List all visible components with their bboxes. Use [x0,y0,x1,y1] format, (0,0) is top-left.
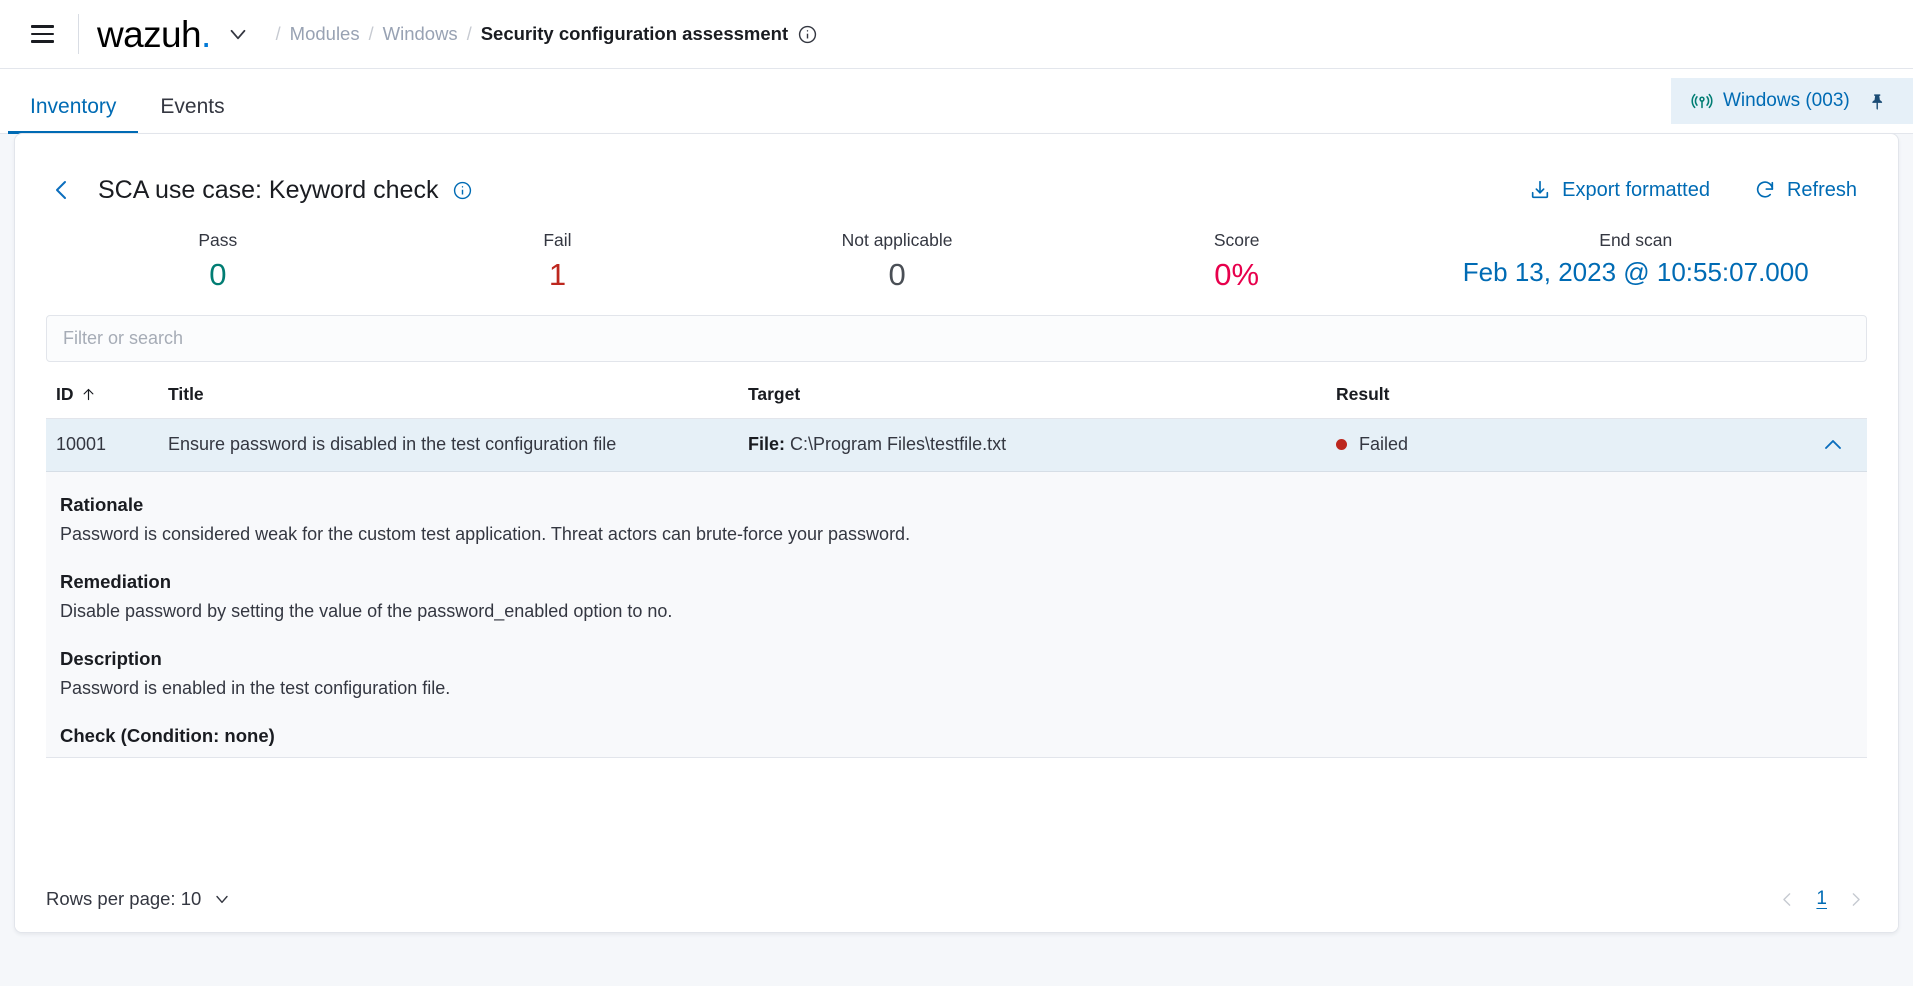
info-icon[interactable] [453,181,472,200]
row-details-panel: Rationale Password is considered weak fo… [46,471,1867,758]
wazuh-logo-text: wazuh [97,13,202,55]
arrow-up-icon [81,387,96,402]
export-formatted-button[interactable]: Export formatted [1529,179,1710,202]
breadcrumb-separator: / [275,23,281,44]
refresh-label: Refresh [1786,178,1857,201]
agent-selector-pill[interactable]: Windows (003) [1671,78,1913,124]
export-formatted-label: Export formatted [1562,178,1710,201]
rationale-body: Password is considered weak for the cust… [60,523,911,544]
check-rules-list: f:C:\Program Files\testfile.txt → r:^pas… [60,755,1853,757]
column-header-target[interactable]: Target [748,384,1336,405]
pin-icon[interactable] [1868,92,1885,111]
stat-fail-label: Fail [543,230,572,250]
stat-pass: Pass 0 [48,230,388,293]
top-navigation-bar: wazuh. / Modules / Windows / Security co… [0,0,1913,69]
column-header-title[interactable]: Title [168,384,748,405]
stat-fail-value: 1 [548,257,567,292]
description-body: Password is enabled in the test configur… [60,677,451,698]
cell-id: 10001 [56,434,107,455]
card-actions: Export formatted Refresh [1529,179,1871,202]
breadcrumb-separator: / [368,23,374,44]
cell-target-label: File: [748,434,786,455]
wazuh-logo-dot: . [200,13,211,55]
rationale-heading: Rationale [60,493,144,515]
cell-target: File: C:\Program Files\testfile.txt [748,434,1336,455]
breadcrumb-separator: / [466,23,472,44]
stat-score-label: Score [1213,230,1260,250]
stat-score-value: 0% [1214,257,1260,292]
rows-per-page-label: Rows per page: 10 [46,888,202,909]
refresh-icon [1754,179,1776,201]
stat-not-applicable-label: Not applicable [841,230,953,250]
cell-target-value: C:\Program Files\testfile.txt [790,434,1007,455]
tab-events[interactable]: Events [138,96,246,134]
pagination: 1 [1779,888,1864,910]
stat-pass-label: Pass [198,230,238,250]
tab-bar: Inventory Events Windows (003) [0,69,1913,134]
table-row[interactable]: 10001 Ensure password is disabled in the… [46,418,1867,472]
divider [78,14,79,54]
check-heading: Check (Condition: none) [60,724,275,746]
hamburger-menu-icon[interactable] [20,12,64,56]
cell-result: Failed [1336,433,1857,457]
stat-fail: Fail 1 [388,230,728,293]
chevron-down-icon[interactable] [225,21,251,47]
status-badge: Failed [1359,434,1409,455]
breadcrumb-current-page: Security configuration assessment [480,23,789,44]
collapse-row-icon[interactable] [1821,433,1857,457]
wazuh-logo[interactable]: wazuh. [97,16,211,53]
table-footer: Rows per page: 10 1 [15,866,1898,932]
stat-not-applicable-value: 0 [888,257,906,292]
signal-icon [1691,90,1713,112]
column-header-result[interactable]: Result [1336,384,1857,405]
chevron-down-icon [212,889,232,909]
page-number-1[interactable]: 1 [1816,888,1827,910]
breadcrumb-item-windows[interactable]: Windows [383,23,458,45]
breadcrumb: / Modules / Windows / Security configura… [267,23,817,45]
next-page-button[interactable] [1847,890,1864,909]
scan-summary-stats: Pass 0 Fail 1 Not applicable 0 Score 0% … [42,230,1871,293]
card-content: SCA use case: Keyword check Export forma… [15,134,1898,758]
tab-inventory[interactable]: Inventory [8,96,139,134]
column-header-id-label: ID [56,383,74,404]
remediation-heading: Remediation [60,570,172,592]
stat-end-scan: End scan Feb 13, 2023 @ 10:55:07.000 [1407,230,1866,293]
status-dot-failed [1336,439,1347,451]
description-heading: Description [60,647,162,669]
stat-not-applicable: Not applicable 0 [727,230,1067,293]
agent-pill-label: Windows (003) [1723,90,1850,111]
stat-end-scan-label: End scan [1599,230,1673,250]
sca-policy-card: SCA use case: Keyword check Export forma… [14,133,1899,933]
remediation-body: Disable password by setting the value of… [60,600,673,621]
previous-page-button[interactable] [1779,890,1796,909]
checks-table: ID Title Target Result 10001 Ensure pass… [42,384,1871,758]
cell-title: Ensure password is disabled in the test … [168,434,617,455]
refresh-button[interactable]: Refresh [1754,179,1857,202]
app-root: wazuh. / Modules / Windows / Security co… [0,0,1913,986]
breadcrumb-item-modules[interactable]: Modules [290,23,360,45]
page-title: SCA use case: Keyword check [98,175,439,204]
tab-list: Inventory Events [8,69,247,134]
info-icon[interactable] [798,25,817,44]
stat-score: Score 0% [1067,230,1407,293]
stat-pass-value: 0 [209,257,227,292]
table-header-row: ID Title Target Result [46,384,1867,419]
rows-per-page-selector[interactable]: Rows per page: 10 [46,888,232,910]
search-container [42,314,1871,362]
export-icon [1529,179,1551,201]
stat-end-scan-value: Feb 13, 2023 @ 10:55:07.000 [1462,257,1809,287]
column-header-id[interactable]: ID [56,384,168,405]
search-input[interactable] [46,314,1867,362]
card-title-row: SCA use case: Keyword check Export forma… [42,164,1871,216]
list-item: f:C:\Program Files\testfile.txt → r:^pas… [86,755,1853,757]
back-button[interactable] [42,173,82,207]
